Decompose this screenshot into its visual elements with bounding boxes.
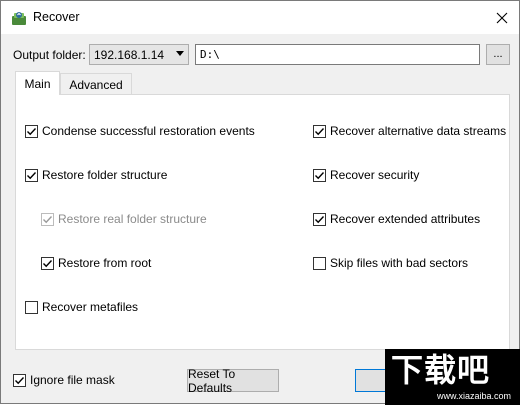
skip-bad-sectors-checkbox[interactable]: Skip files with bad sectors [313, 256, 468, 270]
checkmark-icon [27, 127, 37, 135]
tab-main[interactable]: Main [15, 71, 60, 95]
checkmark-icon [315, 215, 325, 223]
reset-to-defaults-button[interactable]: Reset To Defaults [187, 366, 279, 395]
close-icon [496, 12, 508, 23]
restore-folder-structure-label: Restore folder structure [42, 168, 168, 182]
recover-extended-attributes-checkbox[interactable]: Recover extended attributes [313, 212, 480, 226]
title-bar[interactable]: Recover [1, 1, 519, 34]
checkbox-box [25, 300, 38, 314]
tab-main-label: Main [24, 76, 51, 91]
output-source-value: 192.168.1.14 [94, 47, 165, 62]
checkbox-box [313, 212, 326, 226]
output-folder-label: Output folder: [13, 48, 86, 62]
checkbox-box [13, 373, 26, 387]
checkbox-box [313, 256, 326, 270]
recover-extended-attributes-label: Recover extended attributes [330, 212, 481, 226]
recover-ads-label: Recover alternative data streams [330, 124, 507, 138]
recover-dialog: Recover Output folder: 192.168.1.14 D:\ … [0, 0, 520, 405]
checkmark-icon [315, 127, 325, 135]
checkmark-icon [315, 171, 325, 179]
tab-advanced-label: Advanced [69, 77, 123, 92]
watermark-text: 下载吧 [391, 351, 491, 389]
site-watermark-logo: 下载吧 www.xiazaiba.com [385, 349, 520, 405]
app-recover-icon [11, 10, 27, 26]
browse-button[interactable]: ... [486, 44, 510, 65]
checkbox-box [313, 124, 326, 138]
output-path-value: D:\ [200, 48, 220, 61]
checkbox-box [41, 212, 54, 226]
checkbox-box [25, 168, 38, 182]
checkmark-icon [27, 171, 37, 179]
window-title: Recover [33, 10, 80, 24]
tab-advanced[interactable]: Advanced [60, 73, 132, 95]
restore-real-folder-structure-label: Restore real folder structure [58, 212, 207, 226]
ignore-file-mask-label: Ignore file mask [30, 373, 115, 387]
output-path-field[interactable]: D:\ [195, 44, 480, 65]
checkmark-icon [43, 215, 53, 223]
recover-ads-checkbox[interactable]: Recover alternative data streams [313, 124, 506, 138]
restore-real-folder-structure-checkbox: Restore real folder structure [41, 212, 207, 226]
chevron-down-icon [176, 51, 184, 56]
reset-to-defaults-label: Reset To Defaults [188, 366, 236, 395]
skip-bad-sectors-label: Skip files with bad sectors [330, 256, 469, 270]
condense-events-label: Condense successful restoration events [42, 124, 255, 138]
restore-folder-structure-checkbox[interactable]: Restore folder structure [25, 168, 167, 182]
recover-security-checkbox[interactable]: Recover security [313, 168, 419, 182]
browse-label: ... [493, 48, 503, 60]
checkmark-icon [43, 259, 53, 267]
recover-security-label: Recover security [330, 168, 420, 182]
recover-metafiles-checkbox[interactable]: Recover metafiles [25, 300, 138, 314]
ignore-file-mask-checkbox[interactable]: Ignore file mask [13, 373, 115, 387]
checkmark-icon [15, 376, 25, 384]
watermark-url: www.xiazaiba.com [437, 391, 512, 401]
recover-metafiles-label: Recover metafiles [42, 300, 139, 314]
checkbox-box [25, 124, 38, 138]
restore-from-root-label: Restore from root [58, 256, 152, 270]
condense-events-checkbox[interactable]: Condense successful restoration events [25, 124, 255, 138]
close-button[interactable] [485, 1, 519, 34]
output-source-combo[interactable]: 192.168.1.14 [89, 44, 189, 65]
restore-from-root-checkbox[interactable]: Restore from root [41, 256, 151, 270]
checkbox-box [41, 256, 54, 270]
checkbox-box [313, 168, 326, 182]
